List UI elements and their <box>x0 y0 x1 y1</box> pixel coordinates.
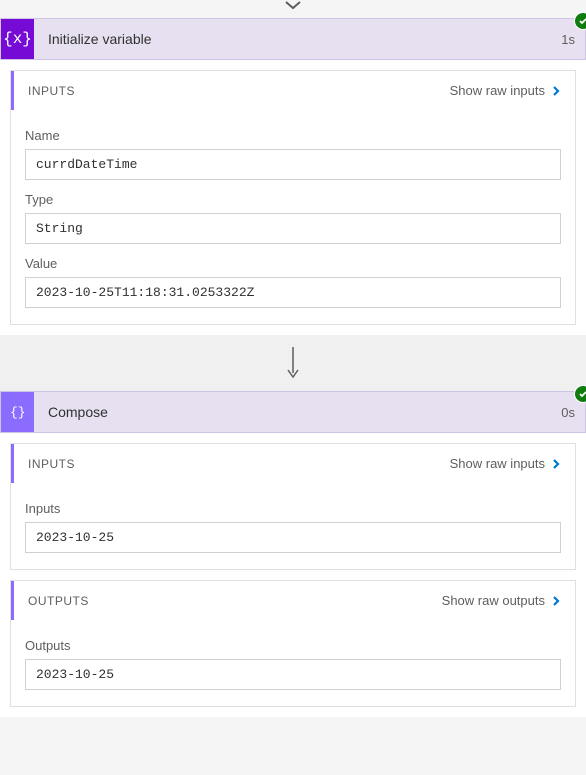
chevron-right-icon <box>551 457 561 471</box>
action-header-compose[interactable]: {} Compose 0s <box>0 391 586 433</box>
inputs-section: INPUTS Show raw inputs Inputs 2023-10-25 <box>10 443 576 570</box>
connector-gap <box>0 335 586 391</box>
success-badge-icon <box>574 385 586 403</box>
field-label-value: Value <box>25 256 561 271</box>
compose-sections: INPUTS Show raw inputs Inputs 2023-10-25… <box>0 433 586 717</box>
chevron-right-icon <box>551 594 561 608</box>
action-compose: {} Compose 0s INPUTS Show raw inputs Inp… <box>0 391 586 717</box>
inputs-header-label: INPUTS <box>28 457 75 471</box>
action-title: Initialize variable <box>34 19 551 59</box>
action-header-initialize-variable[interactable]: {x} Initialize variable 1s <box>0 18 586 60</box>
outputs-body: Outputs 2023-10-25 <box>11 620 575 706</box>
chevron-right-icon <box>551 84 561 98</box>
inputs-section-header: INPUTS Show raw inputs <box>11 444 575 483</box>
field-value-name: currdDateTime <box>25 149 561 180</box>
show-raw-inputs-link[interactable]: Show raw inputs <box>450 83 561 98</box>
field-value: Value 2023-10-25T11:18:31.0253322Z <box>25 256 561 308</box>
compose-icon: {} <box>1 392 34 432</box>
show-raw-inputs-link[interactable]: Show raw inputs <box>450 456 561 471</box>
inputs-header-label: INPUTS <box>28 84 75 98</box>
action-title: Compose <box>34 392 551 432</box>
outputs-section-header: OUTPUTS Show raw outputs <box>11 581 575 620</box>
field-label-outputs: Outputs <box>25 638 561 653</box>
field-outputs: Outputs 2023-10-25 <box>25 638 561 690</box>
inputs-body: Name currdDateTime Type String Value 202… <box>11 110 575 324</box>
field-label-type: Type <box>25 192 561 207</box>
inputs-container: INPUTS Show raw inputs Name currdDateTim… <box>0 60 586 335</box>
action-initialize-variable: {x} Initialize variable 1s INPUTS Show r… <box>0 18 586 335</box>
field-value-value: 2023-10-25T11:18:31.0253322Z <box>25 277 561 308</box>
field-name: Name currdDateTime <box>25 128 561 180</box>
inputs-section-header: INPUTS Show raw inputs <box>11 71 575 110</box>
field-label-name: Name <box>25 128 561 143</box>
connector-arrow-top <box>0 0 586 18</box>
field-value-inputs: 2023-10-25 <box>25 522 561 553</box>
field-type: Type String <box>25 192 561 244</box>
field-value-outputs: 2023-10-25 <box>25 659 561 690</box>
inputs-body: Inputs 2023-10-25 <box>11 483 575 569</box>
svg-text:{}: {} <box>10 405 26 420</box>
show-raw-outputs-link[interactable]: Show raw outputs <box>442 593 561 608</box>
variable-icon: {x} <box>1 19 34 59</box>
field-value-type: String <box>25 213 561 244</box>
connector-arrow-middle <box>0 339 586 387</box>
outputs-section: OUTPUTS Show raw outputs Outputs 2023-10… <box>10 580 576 707</box>
outputs-header-label: OUTPUTS <box>28 594 89 608</box>
success-badge-icon <box>574 12 586 30</box>
field-inputs: Inputs 2023-10-25 <box>25 501 561 553</box>
inputs-section: INPUTS Show raw inputs Name currdDateTim… <box>10 70 576 325</box>
field-label-inputs: Inputs <box>25 501 561 516</box>
